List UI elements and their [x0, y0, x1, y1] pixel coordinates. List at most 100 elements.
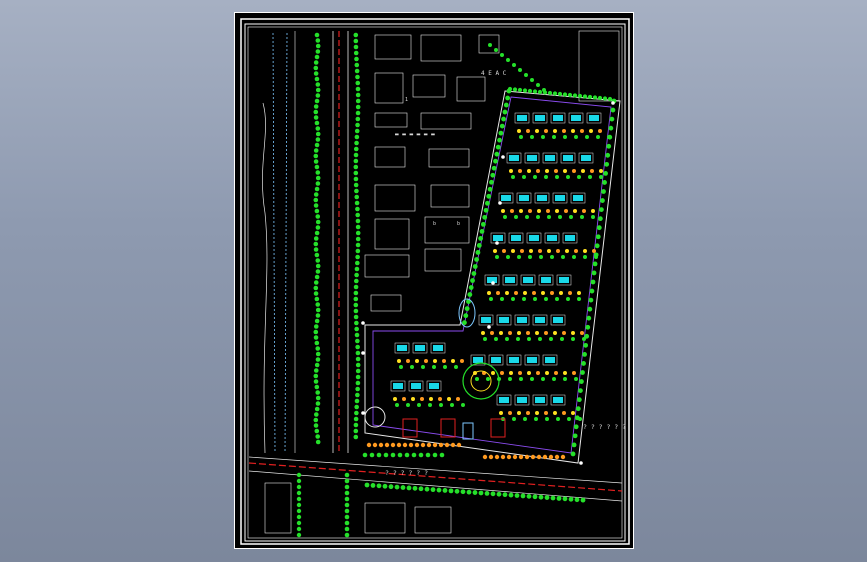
- existing-building: [428, 148, 470, 168]
- tree: [355, 356, 361, 362]
- tree: [494, 151, 500, 157]
- tree: [355, 350, 361, 356]
- tree: [577, 93, 583, 99]
- shrub: [511, 175, 515, 179]
- tree: [512, 63, 516, 67]
- flower-bed: [488, 454, 494, 460]
- tree: [344, 484, 350, 490]
- residential-unit: [499, 317, 509, 323]
- shrub: [454, 365, 458, 369]
- shrub: [555, 175, 559, 179]
- entrance-gate: [462, 422, 474, 440]
- shrub: [399, 365, 403, 369]
- tree: [355, 380, 361, 386]
- flower-bed: [573, 209, 577, 213]
- tree: [400, 485, 406, 490]
- shrub: [519, 135, 523, 139]
- tree: [314, 76, 320, 82]
- tree: [552, 91, 558, 96]
- tree: [494, 48, 498, 52]
- gate-building: [402, 418, 418, 438]
- tree: [466, 489, 472, 495]
- shrub: [534, 417, 538, 421]
- flower-bed: [556, 249, 560, 253]
- tree: [602, 180, 607, 185]
- shrub: [432, 365, 436, 369]
- tree: [314, 296, 320, 302]
- tree: [315, 131, 321, 137]
- tree: [536, 83, 540, 87]
- tree: [315, 38, 321, 43]
- residential-unit: [535, 317, 545, 323]
- tree: [518, 68, 522, 72]
- flower-bed: [494, 454, 500, 460]
- tree: [355, 386, 360, 392]
- tree: [353, 302, 359, 308]
- flower-bed: [555, 209, 559, 213]
- tree: [463, 313, 469, 319]
- shrub: [538, 337, 542, 341]
- tree: [354, 200, 360, 206]
- tree: [353, 422, 359, 428]
- shrub: [596, 135, 600, 139]
- tree: [353, 50, 359, 56]
- tree: [314, 340, 320, 346]
- residential-unit: [553, 115, 563, 121]
- tree: [315, 219, 321, 225]
- tree: [314, 164, 320, 170]
- shrub: [425, 452, 431, 458]
- shrub: [591, 215, 595, 219]
- tree: [532, 494, 538, 500]
- tree: [314, 142, 320, 148]
- flower-bed: [541, 291, 545, 295]
- flower-bed: [523, 291, 527, 295]
- residential-unit: [553, 317, 563, 323]
- shrub: [514, 215, 518, 219]
- shrub: [508, 377, 512, 381]
- shrub: [563, 377, 567, 381]
- existing-building: [374, 112, 408, 128]
- tree: [502, 109, 508, 115]
- shrub: [527, 337, 531, 341]
- residential-unit: [433, 345, 443, 351]
- shrub: [530, 135, 534, 139]
- tree: [491, 165, 497, 171]
- tree: [353, 284, 359, 290]
- existing-building: [374, 72, 404, 104]
- flower-bed: [528, 209, 532, 213]
- shrub: [594, 255, 598, 259]
- tree: [583, 342, 589, 348]
- shrub: [397, 452, 403, 458]
- tree: [314, 406, 320, 412]
- tree: [315, 93, 321, 98]
- residential-unit: [581, 155, 591, 161]
- tree: [567, 92, 573, 98]
- tree: [314, 32, 320, 38]
- shrub: [558, 215, 562, 219]
- tree: [355, 110, 361, 116]
- shrub: [574, 377, 578, 381]
- flower-bed: [420, 442, 426, 448]
- tree: [315, 346, 321, 351]
- flower-bed: [372, 442, 378, 448]
- shrub: [506, 255, 510, 259]
- residential-unit: [481, 317, 491, 323]
- tree: [354, 134, 360, 140]
- shrub: [395, 403, 399, 407]
- flower-bed: [384, 442, 390, 448]
- residential-unit: [499, 397, 509, 403]
- tree: [508, 492, 514, 498]
- flower-bed: [438, 442, 444, 448]
- tree: [296, 502, 302, 508]
- flower-bed: [499, 331, 503, 335]
- flower-bed: [500, 371, 504, 375]
- existing-building: [424, 216, 470, 244]
- tree: [500, 53, 504, 57]
- shrub: [421, 365, 425, 369]
- tree: [315, 137, 321, 142]
- tree: [581, 361, 586, 366]
- tree: [355, 116, 361, 122]
- tree: [355, 206, 360, 212]
- south-road-centerline: [248, 462, 623, 492]
- tree: [597, 216, 603, 222]
